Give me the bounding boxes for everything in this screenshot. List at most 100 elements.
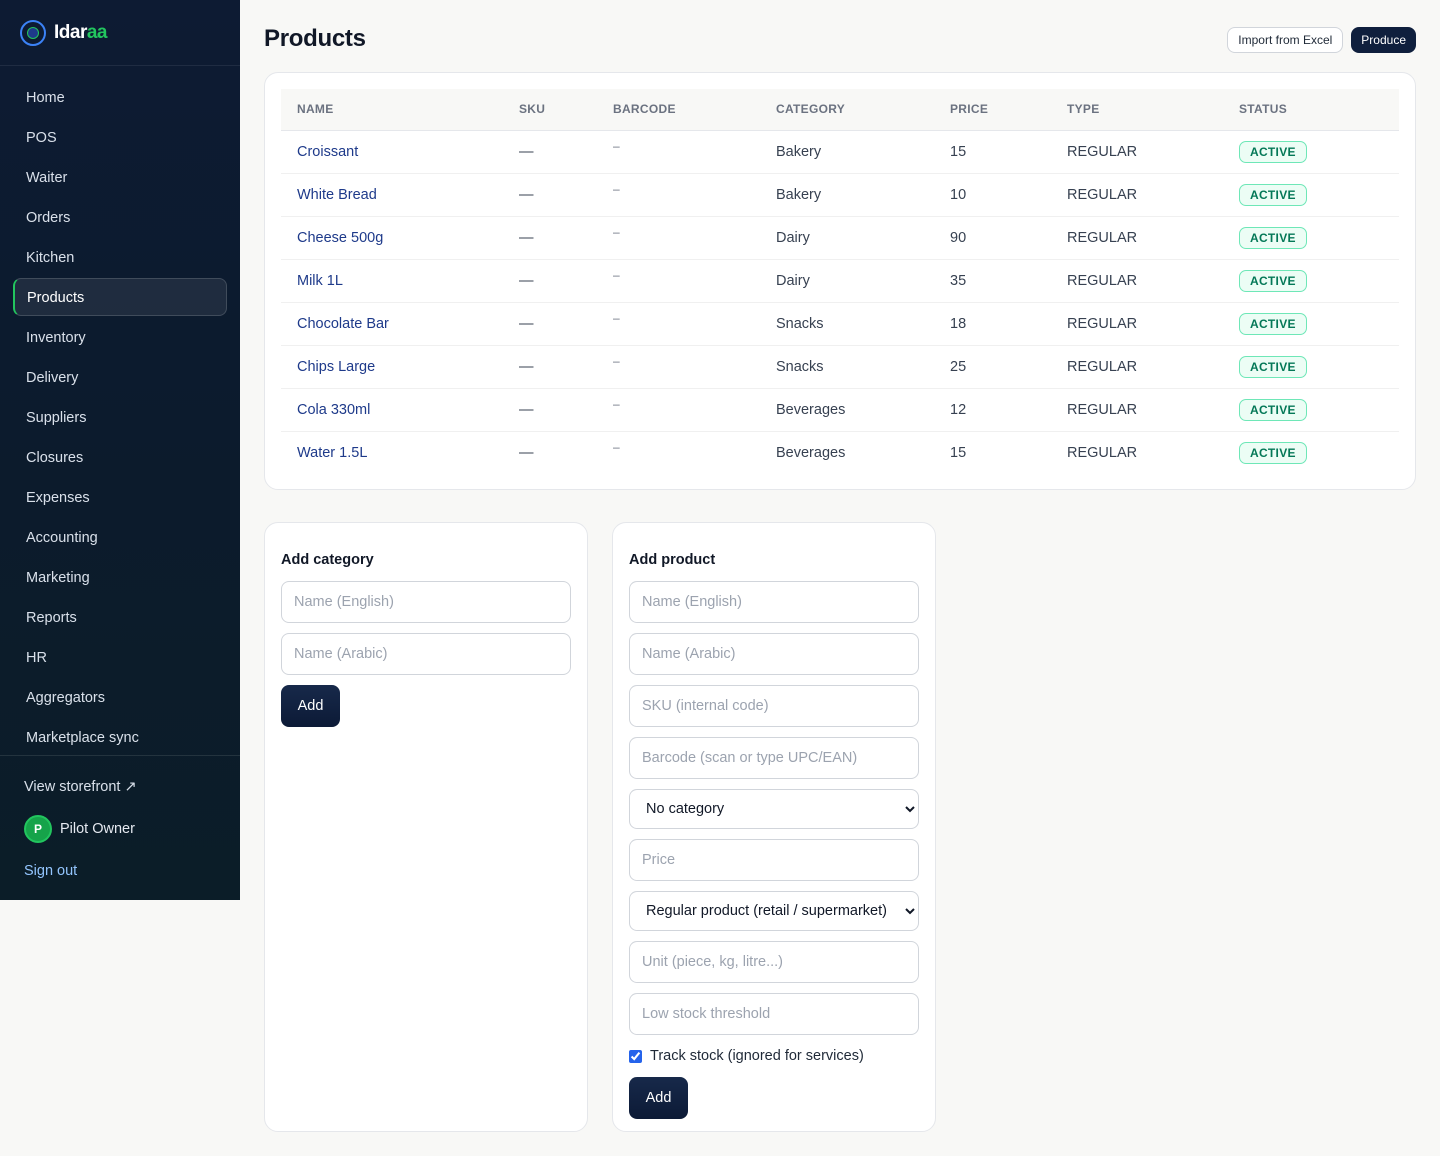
product-name-link[interactable]: Cheese 500g: [297, 230, 383, 246]
sidebar-item-hr[interactable]: HR: [13, 638, 227, 676]
table-row[interactable]: Water 1.5L — – Beverages 15 REGULAR ACTIVE: [281, 431, 1399, 474]
product-name-link[interactable]: Chocolate Bar: [297, 316, 389, 332]
avatar: P: [24, 815, 52, 843]
product-name-link[interactable]: White Bread: [297, 187, 377, 203]
sidebar-item-products[interactable]: Products: [13, 278, 227, 316]
low-stock-threshold-input[interactable]: [629, 993, 919, 1035]
import-excel-button[interactable]: Import from Excel: [1227, 27, 1344, 53]
category-cell: Beverages: [776, 444, 846, 461]
status-cell: ACTIVE: [1223, 388, 1399, 432]
sidebar-item-inventory[interactable]: Inventory: [13, 318, 227, 356]
category-name-arabic-input[interactable]: [281, 633, 571, 675]
header-actions: Import from Excel Produce: [1227, 27, 1416, 53]
table-row[interactable]: White Bread — – Bakery 10 REGULAR ACTIVE: [281, 173, 1399, 217]
category-cell: Bakery: [760, 130, 934, 174]
produce-button[interactable]: Produce: [1351, 27, 1416, 53]
product-name-cell: Croissant: [281, 130, 503, 174]
price-cell: 35: [934, 259, 1051, 303]
price-cell: 15: [934, 130, 1051, 174]
sidebar-item-kitchen[interactable]: Kitchen: [13, 238, 227, 276]
price-cell: 25: [934, 345, 1051, 389]
brand[interactable]: Idaraa: [0, 0, 240, 66]
barcode-input[interactable]: [629, 737, 919, 779]
barcode-value: –: [613, 224, 620, 239]
status-cell: ACTIVE: [1223, 345, 1399, 389]
status-cell: ACTIVE: [1223, 259, 1399, 303]
user-profile[interactable]: P Pilot Owner: [0, 814, 240, 844]
barcode-value: –: [613, 396, 620, 411]
sidebar-item-suppliers[interactable]: Suppliers: [13, 398, 227, 436]
sku-cell: —: [503, 130, 597, 174]
sidebar-item-aggregators[interactable]: Aggregators: [13, 678, 227, 716]
sidebar-item-waiter[interactable]: Waiter: [13, 158, 227, 196]
category-cell: Snacks: [760, 345, 934, 389]
sign-out-link[interactable]: Sign out: [0, 856, 240, 886]
status-badge: ACTIVE: [1239, 312, 1307, 335]
product-name-cell: Chips Large: [281, 345, 503, 389]
product-name-link[interactable]: Water 1.5L: [297, 445, 367, 461]
product-name-link[interactable]: Milk 1L: [297, 273, 343, 289]
unit-input[interactable]: [629, 941, 919, 983]
add-product-button[interactable]: Add: [629, 1077, 688, 1119]
product-name-cell: Cheese 500g: [281, 216, 503, 260]
table-body: Croissant — – Bakery 15 REGULAR ACTIVE White Br…: [281, 130, 1399, 474]
barcode-value: –: [613, 181, 620, 196]
status-badge: ACTIVE: [1239, 269, 1307, 292]
product-name-link[interactable]: Croissant: [297, 144, 358, 160]
barcode-cell: –: [597, 345, 760, 389]
type-cell: REGULAR: [1051, 216, 1223, 260]
track-stock-row[interactable]: Track stock (ignored for services): [629, 1045, 919, 1067]
add-category-button[interactable]: Add: [281, 685, 340, 727]
sidebar-item-delivery[interactable]: Delivery: [13, 358, 227, 396]
price-input[interactable]: [629, 839, 919, 881]
status-badge: ACTIVE: [1239, 183, 1307, 206]
table-row[interactable]: Croissant — – Bakery 15 REGULAR ACTIVE: [281, 130, 1399, 174]
track-stock-checkbox[interactable]: [629, 1049, 642, 1063]
sku-cell: —: [503, 302, 597, 346]
product-name-link[interactable]: Chips Large: [297, 359, 375, 375]
sidebar-item-orders[interactable]: Orders: [13, 198, 227, 236]
sidebar-item-pos[interactable]: POS: [13, 118, 227, 156]
status-cell: ACTIVE: [1223, 130, 1399, 174]
category-name-english-input[interactable]: [281, 581, 571, 623]
column-header-barcode: BARCODE: [597, 89, 760, 131]
table-row[interactable]: Milk 1L — – Dairy 35 REGULAR ACTIVE: [281, 259, 1399, 303]
column-header-sku: SKU: [503, 89, 597, 131]
table-header-row: NAME SKU BARCODE CATEGORY PRICE TYPE STATUS: [281, 89, 1399, 131]
product-name-link[interactable]: Cola 330ml: [297, 402, 370, 418]
sidebar-item-marketplace-sync[interactable]: Marketplace sync: [13, 718, 227, 756]
product-type-select[interactable]: Regular product (retail / supermarket): [629, 891, 919, 931]
sidebar-item-accounting[interactable]: Accounting: [13, 518, 227, 556]
table-row[interactable]: Cola 330ml — – Beverages 12 REGULAR ACTIVE: [281, 388, 1399, 432]
logo-icon: [20, 19, 46, 46]
sku-cell: —: [503, 345, 597, 389]
type-cell: REGULAR: [1051, 302, 1223, 346]
category-select[interactable]: No category: [629, 789, 919, 829]
sidebar-item-closures[interactable]: Closures: [13, 438, 227, 476]
status-badge: ACTIVE: [1239, 398, 1307, 421]
products-table-card: NAME SKU BARCODE CATEGORY PRICE TYPE STATUS Cr…: [264, 72, 1416, 490]
status-cell: ACTIVE: [1223, 431, 1399, 474]
sidebar-item-reports[interactable]: Reports: [13, 598, 227, 636]
sidebar-item-expenses[interactable]: Expenses: [13, 478, 227, 516]
view-storefront-link[interactable]: View storefront ↗: [0, 772, 240, 802]
sidebar-footer: View storefront ↗ P Pilot Owner Sign out: [0, 755, 240, 886]
product-name-english-input[interactable]: [629, 581, 919, 623]
table-row[interactable]: Chocolate Bar — – Snacks 18 REGULAR ACTIVE: [281, 302, 1399, 346]
category-cell: Dairy: [760, 216, 934, 260]
category-cell: Bakery: [760, 173, 934, 217]
sku-cell: —: [503, 388, 597, 432]
column-header-status: STATUS: [1223, 89, 1399, 131]
product-name-arabic-input[interactable]: [629, 633, 919, 675]
sidebar-item-home[interactable]: Home: [13, 78, 227, 116]
column-header-price: PRICE: [934, 89, 1051, 131]
add-product-title: Add product: [629, 552, 716, 568]
table-row[interactable]: Chips Large — – Snacks 25 REGULAR ACTIVE: [281, 345, 1399, 389]
barcode-value: –: [613, 353, 620, 368]
table-row[interactable]: Cheese 500g — – Dairy 90 REGULAR ACTIVE: [281, 216, 1399, 260]
track-stock-label: Track stock (ignored for services): [650, 1048, 864, 1064]
barcode-cell: –: [597, 431, 760, 474]
sku-input[interactable]: [629, 685, 919, 727]
sidebar-item-marketing[interactable]: Marketing: [13, 558, 227, 596]
add-category-title: Add category: [281, 552, 374, 568]
